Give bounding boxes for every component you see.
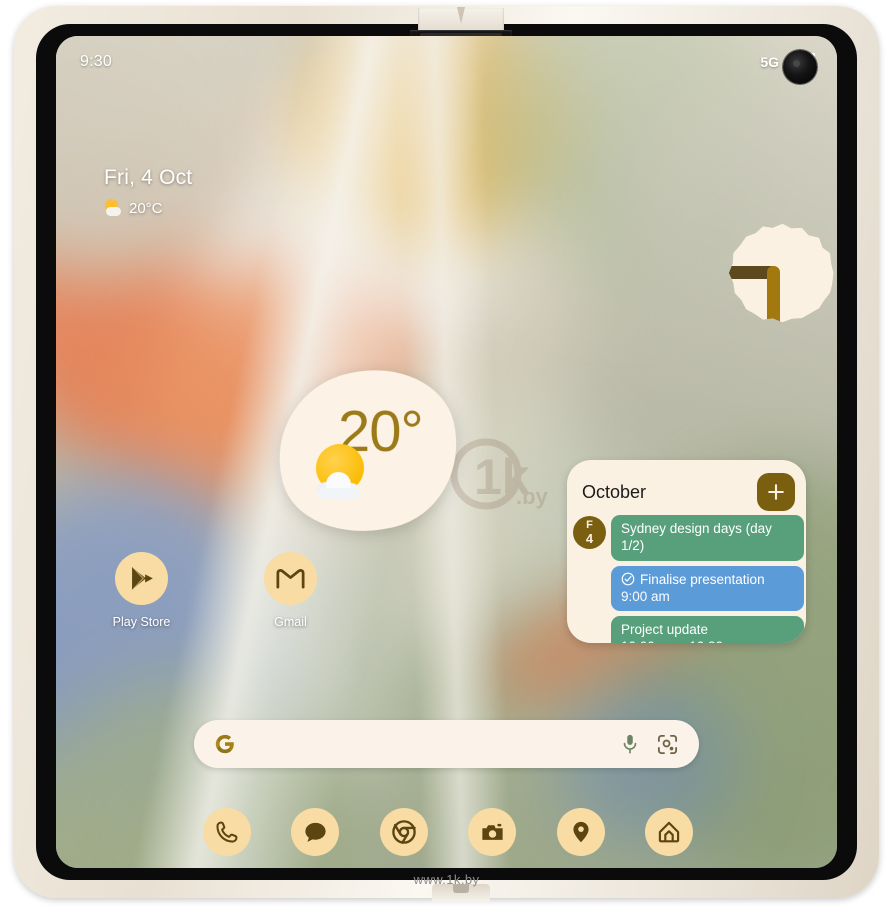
dock-home-icon[interactable] bbox=[644, 808, 693, 856]
dock-messages-icon[interactable] bbox=[291, 808, 340, 856]
calendar-event[interactable]: Sydney design days (day 1/2) bbox=[611, 515, 804, 561]
glance-temperature: 20°C bbox=[129, 199, 163, 217]
calendar-header: October bbox=[567, 460, 806, 515]
calendar-month-label: October bbox=[582, 481, 647, 502]
app-label: Play Store bbox=[112, 615, 171, 629]
calendar-event-title: Finalise presentation bbox=[640, 571, 765, 587]
app-label: Gmail bbox=[274, 615, 307, 629]
dock-chrome-icon[interactable] bbox=[379, 808, 428, 856]
calendar-event-title: Sydney design days (day 1/2) bbox=[621, 521, 772, 554]
sun-behind-cloud-icon bbox=[104, 199, 122, 217]
app-gmail[interactable]: Gmail bbox=[243, 552, 338, 629]
microphone-icon[interactable] bbox=[620, 733, 640, 755]
google-lens-icon[interactable] bbox=[656, 733, 679, 756]
phone-screen: 1k .by 9:30 5G Fri, 4 Oct 20°C 20° Octob… bbox=[56, 36, 837, 868]
network-type-label: 5G bbox=[760, 54, 779, 70]
dock-camera-icon[interactable] bbox=[468, 808, 517, 856]
weather-widget[interactable]: 20° bbox=[262, 352, 474, 550]
at-a-glance-widget[interactable]: Fri, 4 Oct 20°C bbox=[104, 166, 192, 217]
play-store-icon bbox=[115, 552, 168, 605]
status-bar: 9:30 5G bbox=[56, 36, 837, 88]
status-time: 9:30 bbox=[80, 53, 112, 70]
google-search-bar[interactable] bbox=[194, 720, 699, 768]
gmail-icon bbox=[264, 552, 317, 605]
dock-phone-icon[interactable] bbox=[203, 808, 251, 856]
dock-maps-icon[interactable] bbox=[556, 808, 605, 856]
calendar-event[interactable]: Project update 10:00 am - 10:30 am bbox=[611, 616, 804, 643]
search-input[interactable] bbox=[236, 735, 620, 753]
calendar-widget[interactable]: October F 4 Sydney design days (day 1/2) bbox=[567, 460, 806, 643]
calendar-event-time: 9:00 am bbox=[621, 588, 670, 604]
check-circle-icon bbox=[621, 572, 635, 586]
calendar-day-of-week: F bbox=[586, 519, 593, 531]
app-icon-row: Play Store Gmail bbox=[94, 552, 338, 629]
front-camera-punch-hole bbox=[783, 50, 817, 84]
glance-weather: 20°C bbox=[104, 199, 192, 217]
plus-icon bbox=[768, 484, 784, 500]
calendar-event-title: Project update bbox=[621, 622, 709, 638]
device-frame: 1k .by 9:30 5G Fri, 4 Oct 20°C 20° Octob… bbox=[14, 6, 879, 902]
calendar-day-number: 4 bbox=[585, 531, 594, 546]
calendar-event[interactable]: Finalise presentation 9:00 am bbox=[611, 565, 804, 612]
dock bbox=[203, 808, 693, 856]
calendar-day-badge: F 4 bbox=[573, 516, 606, 549]
bottom-watermark: www.1k.by bbox=[413, 872, 480, 887]
google-g-icon bbox=[214, 733, 236, 755]
sun-behind-cloud-icon bbox=[311, 444, 373, 502]
calendar-event-list: F 4 Sydney design days (day 1/2) Finalis… bbox=[567, 515, 806, 643]
app-play-store[interactable]: Play Store bbox=[94, 552, 189, 629]
calendar-add-button[interactable] bbox=[757, 473, 795, 511]
calendar-event-time: 10:00 am - 10:30 am bbox=[621, 638, 795, 643]
glance-date: Fri, 4 Oct bbox=[104, 166, 193, 189]
